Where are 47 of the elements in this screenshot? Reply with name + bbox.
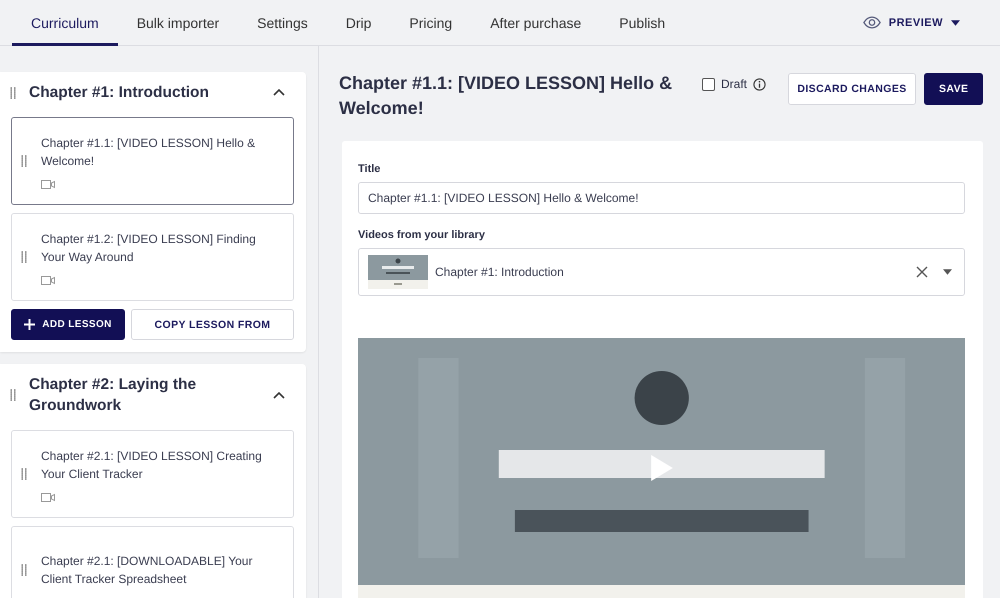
lesson-card[interactable]: Chapter #1.2: [VIDEO LESSON] Finding Your Way Around [11, 213, 294, 301]
tab[interactable]: Settings [238, 0, 327, 46]
play-icon[interactable] [650, 455, 673, 481]
discard-changes-button[interactable]: DISCARD CHANGES [788, 73, 916, 105]
lesson-title: Chapter #2.1: [VIDEO LESSON] Creating Your Client Tracker [41, 448, 263, 482]
chapter-title: Chapter #1: Introduction [29, 83, 210, 103]
lesson-title: Chapter #2.1: [DOWNLOADABLE] Your Client Tracker Spreadsheet [41, 553, 254, 588]
plus-icon [24, 319, 36, 330]
field-label: Title [358, 163, 382, 175]
clear-icon[interactable] [916, 266, 928, 278]
chapter-title: Chapter #2: Laying the Groundwork [29, 375, 198, 416]
caret-icon[interactable] [943, 269, 952, 275]
chevron-up-icon[interactable] [273, 89, 285, 96]
copy-lesson-button[interactable]: COPY LESSON FROM [131, 309, 294, 340]
drag-handle-icon[interactable] [21, 155, 27, 167]
tab[interactable]: Pricing [390, 0, 472, 46]
video-icon [41, 492, 55, 502]
tab[interactable]: Drip [326, 0, 390, 46]
add-lesson-button[interactable]: ADD LESSON [11, 309, 125, 340]
draft-checkbox[interactable] [702, 78, 715, 90]
tab[interactable]: Bulk importer [118, 0, 238, 46]
tab[interactable]: After purchase [471, 0, 600, 46]
lesson-heading: Chapter #1.1: [VIDEO LESSON] Hello & Welcome! [339, 72, 674, 120]
chevron-up-icon[interactable] [273, 392, 285, 398]
tab[interactable]: Curriculum [12, 0, 118, 46]
drag-handle-icon[interactable] [10, 389, 16, 401]
field-label: Videos from your library [358, 229, 486, 241]
lesson-title: Chapter #1.2: [VIDEO LESSON] Finding Your Way Around [41, 230, 257, 266]
draft-label: Draft [721, 77, 748, 91]
drag-handle-icon[interactable] [21, 564, 27, 576]
save-button[interactable]: SAVE [924, 73, 984, 105]
video-icon [41, 276, 55, 284]
lesson-card[interactable]: Chapter #2.1: [VIDEO LESSON] Creating Your Client Tracker [11, 430, 294, 518]
lesson-title: Chapter #1.1: [VIDEO LESSON] Hello & Welcome! [41, 134, 256, 170]
drag-handle-icon[interactable] [21, 251, 27, 263]
preview-button[interactable]: PREVIEW [862, 0, 1000, 45]
video-select[interactable]: Chapter #1: Introduction [358, 248, 966, 296]
video-icon [41, 180, 55, 188]
eye-icon [862, 16, 881, 29]
caret-icon [951, 20, 960, 26]
lesson-card[interactable]: Chapter #2.1: [DOWNLOADABLE] Your Client Tracker Spreadsheet [11, 526, 294, 598]
tab[interactable]: Publish [600, 0, 684, 46]
lesson-card[interactable]: Chapter #1.1: [VIDEO LESSON] Hello & Welcome! [11, 117, 294, 205]
title-field[interactable]: Chapter #1.1: [VIDEO LESSON] Hello & Welcome! [358, 182, 966, 214]
drag-handle-icon[interactable] [21, 468, 27, 480]
drag-handle-icon[interactable] [10, 86, 16, 98]
info-icon[interactable] [753, 78, 766, 90]
